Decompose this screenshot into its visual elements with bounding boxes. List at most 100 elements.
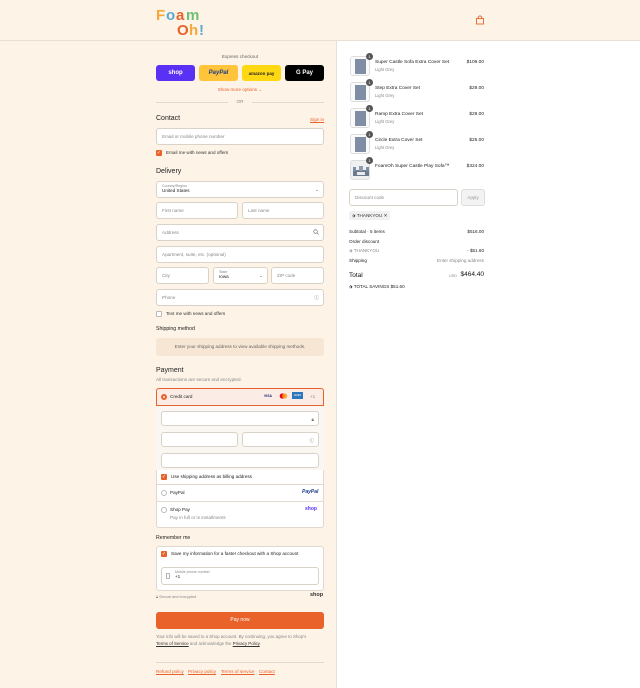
- privacy-policy-link[interactable]: Privacy Policy: [233, 641, 260, 646]
- address-input[interactable]: Address: [156, 224, 324, 241]
- divider: [156, 102, 228, 103]
- secure-encrypted-label: 🔒︎ Secure and encrypted: [156, 595, 197, 599]
- email-news-label: Email me with news and offers: [166, 150, 229, 155]
- billing-address-checkbox[interactable]: ✓: [161, 474, 167, 480]
- first-name-input[interactable]: First name: [156, 202, 238, 219]
- order-discount-label: Order discount: [349, 239, 380, 244]
- apply-discount-button[interactable]: Apply: [461, 189, 485, 206]
- payment-heading: Payment: [156, 367, 184, 374]
- sign-in-link[interactable]: Sign in: [310, 117, 324, 122]
- tag-icon: ⬗: [352, 213, 356, 218]
- refund-policy-link[interactable]: Refund policy: [156, 669, 184, 674]
- search-icon: [313, 229, 319, 235]
- currency-label: USD: [449, 274, 458, 278]
- expiration-date-input[interactable]: [161, 432, 238, 447]
- item-variant: Light Grey: [375, 67, 395, 72]
- quantity-badge: 1: [366, 131, 373, 138]
- shop-pay-subtitle: Pay in full or in installments: [170, 515, 226, 520]
- text-news-checkbox[interactable]: [156, 311, 162, 317]
- svg-text:O: O: [177, 22, 189, 37]
- shop-pay-button[interactable]: shop: [156, 65, 195, 81]
- terms-of-service-link[interactable]: Terms of Service: [156, 641, 189, 646]
- save-info-checkbox[interactable]: ✓: [161, 551, 167, 557]
- discount-tag: ⬗ THANKYOU ✕: [349, 211, 391, 220]
- item-name: Super Castle Sofa Extra Cover Set: [375, 60, 450, 65]
- credit-card-label: Credit card: [170, 394, 193, 399]
- shop-pay-radio[interactable]: [161, 507, 167, 513]
- paypal-button[interactable]: PayPal: [199, 65, 238, 81]
- item-price: $29.00: [469, 112, 484, 117]
- terms-of-service-footer-link[interactable]: Terms of service: [221, 669, 254, 674]
- disclaimer-text: Your info will be saved to a Shop accoun…: [156, 634, 324, 647]
- google-pay-button[interactable]: G Pay: [285, 65, 324, 81]
- email-input[interactable]: Email or mobile phone number: [156, 128, 324, 145]
- svg-text:h: h: [189, 22, 198, 37]
- amazon-pay-button[interactable]: amazon pay: [242, 65, 281, 81]
- phone-input[interactable]: Phone ⓘ: [156, 289, 324, 306]
- total-label: Total: [349, 272, 363, 279]
- phone-placeholder: Phone: [162, 295, 176, 300]
- security-code-input[interactable]: ⓘ: [242, 432, 319, 447]
- visa-icon: VISA: [264, 394, 272, 398]
- product-thumbnail: 1: [350, 105, 373, 128]
- help-icon[interactable]: ⓘ: [314, 290, 319, 305]
- country-select[interactable]: Country/Region United States ⌄: [156, 181, 324, 198]
- svg-text:F: F: [156, 7, 165, 24]
- header: F o a m O h !: [0, 0, 640, 41]
- card-number-input[interactable]: 🔒︎: [161, 411, 319, 426]
- email-news-checkbox[interactable]: ✓: [156, 150, 162, 156]
- item-name: Circle Extra Cover Set: [375, 138, 423, 143]
- divider: [252, 102, 324, 103]
- shipping-label: Shipping: [349, 258, 367, 263]
- castle-sofa-image: [353, 166, 369, 176]
- shopping-bag-icon[interactable]: [475, 15, 485, 25]
- subtotal-label: Subtotal · 5 items: [349, 229, 385, 234]
- payment-subtitle: All transactions are secure and encrypte…: [156, 377, 242, 382]
- remove-discount-icon[interactable]: ✕: [384, 213, 388, 218]
- address-placeholder: Address: [162, 230, 179, 235]
- svg-text:o: o: [166, 7, 175, 24]
- total-savings-value: $51.60: [390, 284, 405, 289]
- or-divider-label: OR: [236, 99, 244, 104]
- pay-now-button[interactable]: Pay now: [156, 612, 324, 629]
- shop-logo: shop: [310, 592, 324, 598]
- item-price: $29.00: [469, 86, 484, 91]
- name-on-card-input[interactable]: [161, 453, 319, 468]
- city-input[interactable]: City: [156, 267, 209, 284]
- item-variant: Light Grey: [375, 93, 395, 98]
- privacy-policy-footer-link[interactable]: Privacy policy: [188, 669, 216, 674]
- zip-code-input[interactable]: ZIP code: [271, 267, 324, 284]
- mobile-phone-input[interactable]: Mobile phone number +1: [161, 567, 319, 585]
- show-more-options-link[interactable]: Show more options ⌄: [156, 87, 324, 93]
- total-savings: ⬗ TOTAL SAVINGS $51.60: [349, 284, 405, 289]
- text-news-label: Text me with news and offers: [166, 311, 226, 316]
- apartment-input[interactable]: Apartment, suite, etc. (optional): [156, 246, 324, 263]
- chevron-down-icon: ⌄: [315, 187, 319, 192]
- paypal-radio[interactable]: [161, 490, 167, 496]
- quantity-badge: 1: [366, 79, 373, 86]
- discount-code-input[interactable]: Discount code: [349, 189, 458, 206]
- svg-text:!: !: [199, 22, 204, 37]
- shipping-method-heading: Shipping method: [156, 326, 195, 332]
- shop-pay-logo: shop: [305, 506, 317, 512]
- contact-link[interactable]: Contact: [259, 669, 275, 674]
- item-name: FoamOh Super Castle Play Sofa™: [375, 164, 450, 169]
- country-value: United States: [162, 188, 190, 193]
- product-thumbnail: 1: [350, 157, 373, 180]
- item-price: $109.00: [466, 60, 484, 65]
- more-cards-badge: +1: [310, 394, 316, 399]
- foamoh-logo[interactable]: F o a m O h !: [155, 5, 211, 37]
- divider: [156, 484, 324, 485]
- last-name-input[interactable]: Last name: [242, 202, 324, 219]
- disclaimer-prefix: Your info will be saved to a Shop accoun…: [156, 634, 307, 639]
- paypal-label: PayPal: [170, 490, 185, 495]
- item-variant: Light Grey: [375, 119, 395, 124]
- product-thumbnail: 1: [350, 53, 373, 76]
- credit-card-radio[interactable]: [161, 394, 167, 400]
- discount-value: - $51.60: [467, 248, 484, 253]
- delivery-heading: Delivery: [156, 168, 182, 175]
- amex-icon: AMEX: [292, 392, 303, 399]
- express-checkout-title: Express checkout: [221, 54, 259, 59]
- state-select[interactable]: State Iowa ⌄: [213, 267, 268, 284]
- help-icon[interactable]: ⓘ: [309, 433, 314, 448]
